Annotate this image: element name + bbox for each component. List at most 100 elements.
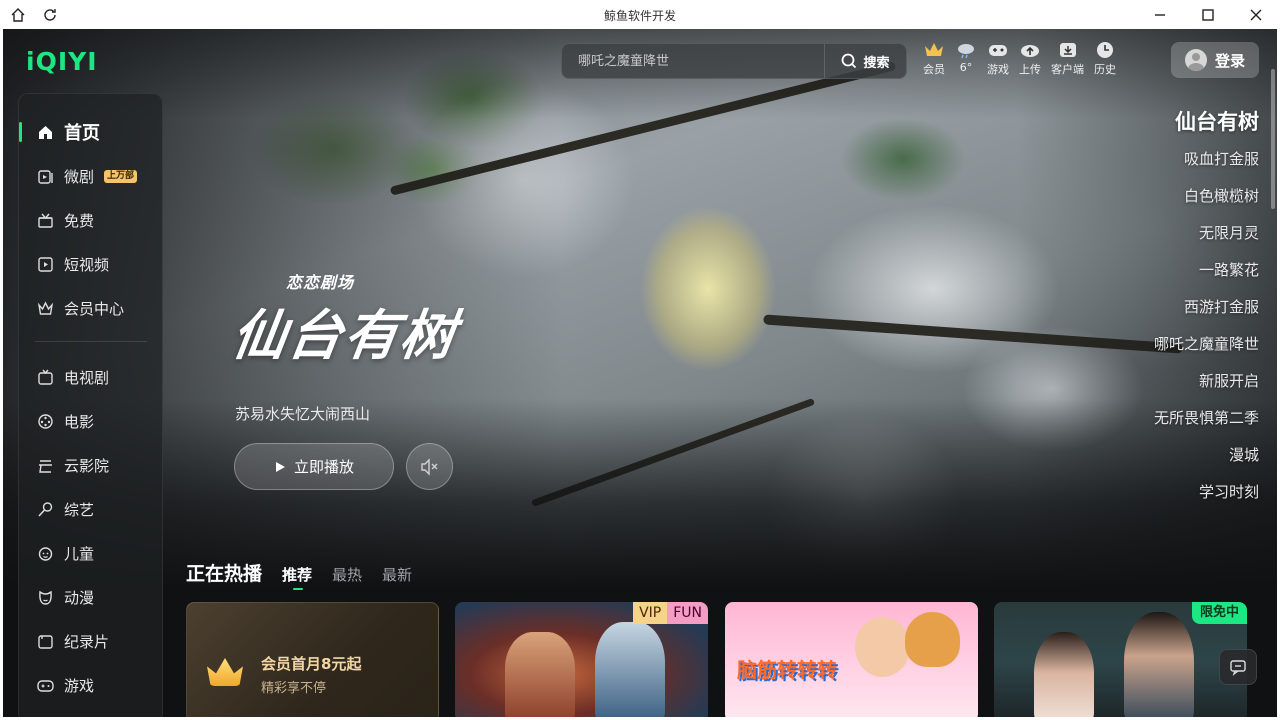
poster-figure xyxy=(1034,632,1094,717)
mute-icon xyxy=(420,457,437,476)
tab-newest[interactable]: 最新 xyxy=(382,564,412,585)
promo-subtitle: 精彩享不停 xyxy=(261,681,327,696)
login-button[interactable]: 登录 xyxy=(1171,42,1259,78)
sidebar-item-variety[interactable]: 综艺 xyxy=(19,491,164,527)
sidebar-item-free[interactable]: 免费 xyxy=(19,202,164,238)
sidebar-item-tv-series[interactable]: 电视剧 xyxy=(19,359,164,395)
home-icon xyxy=(37,124,54,141)
upload-icon xyxy=(1021,45,1039,57)
sidebar-item-games[interactable]: 游戏 xyxy=(19,667,164,703)
poster-figure xyxy=(595,622,665,717)
gamepad-icon xyxy=(989,45,1007,56)
micro-drama-icon xyxy=(37,168,54,185)
hero-list-item[interactable]: 吸血打金服 xyxy=(1154,141,1259,178)
hero-list-item[interactable]: 哪吒之魔童降世 xyxy=(1154,326,1259,363)
upload-button[interactable]: 上传 xyxy=(1019,41,1041,77)
hero-show-list: 仙台有树 吸血打金服 白色橄榄树 无限月灵 一路繁花 西游打金服 哪吒之魔童降世… xyxy=(1154,104,1259,511)
sidebar-item-label: 儿童 xyxy=(64,544,95,563)
games-button[interactable]: 游戏 xyxy=(987,41,1009,77)
sidebar-item-cloud-cinema[interactable]: 云影院 xyxy=(19,447,164,483)
download-icon xyxy=(1059,43,1076,57)
sidebar-item-label: 首页 xyxy=(64,123,100,144)
vip-label: 会员 xyxy=(923,63,945,76)
close-button[interactable] xyxy=(1232,0,1280,29)
fun-tag-text: FUN xyxy=(667,602,708,624)
app-window: iQIYI 搜索 会员 6° 游戏 上传 客户端 xyxy=(3,29,1277,717)
search-input[interactable] xyxy=(562,44,824,78)
play-now-button[interactable]: 立即播放 xyxy=(234,443,394,490)
client-label: 客户端 xyxy=(1051,63,1084,76)
vip-button[interactable]: 会员 xyxy=(923,41,945,77)
hot-section-header: 正在热播 推荐 最热 最新 xyxy=(186,559,412,590)
drama-brand-logo: 恋恋剧场 xyxy=(286,273,355,292)
client-download-button[interactable]: 客户端 xyxy=(1051,41,1084,77)
poster-figure xyxy=(905,612,960,667)
film-reel-icon xyxy=(37,413,54,430)
play-icon xyxy=(275,461,285,472)
sidebar-item-home[interactable]: 首页 xyxy=(19,114,164,150)
hero-list-item[interactable]: 漫城 xyxy=(1154,437,1259,474)
avatar xyxy=(1184,49,1207,71)
minimize-button[interactable] xyxy=(1136,0,1184,29)
iqiyi-logo[interactable]: iQIYI xyxy=(26,47,98,76)
sidebar-item-label: 游戏 xyxy=(64,676,95,695)
history-button[interactable]: 历史 xyxy=(1094,41,1116,77)
maximize-button[interactable] xyxy=(1184,0,1232,29)
sidebar-item-label: 云影院 xyxy=(64,456,110,475)
weather-label: 6° xyxy=(959,61,973,74)
vip-badge: VIP FUN xyxy=(633,602,708,624)
sidebar-item-short-video[interactable]: 短视频 xyxy=(19,246,164,282)
sidebar-item-label: 电视剧 xyxy=(64,368,110,387)
sidebar-item-vip-center[interactable]: 会员中心 xyxy=(19,290,164,326)
hero-list-item[interactable]: 无所畏惧第二季 xyxy=(1154,400,1259,437)
top-toolbar: 会员 6° 游戏 上传 客户端 历史 xyxy=(923,41,1126,77)
weather-icon xyxy=(958,44,974,59)
window-title-bar: 鲸鱼软件开发 xyxy=(0,0,1280,29)
tab-hottest[interactable]: 最热 xyxy=(332,564,362,585)
crown-icon xyxy=(207,658,243,686)
anime-icon xyxy=(37,589,54,606)
hero-list-item[interactable]: 仙台有树 xyxy=(1154,104,1259,141)
sidebar-divider xyxy=(35,341,147,342)
free-badge: 限免中 xyxy=(1191,602,1247,624)
mute-button[interactable] xyxy=(406,443,453,490)
weather-button[interactable]: 6° xyxy=(955,41,977,77)
sidebar-item-kids[interactable]: 儿童 xyxy=(19,535,164,571)
vip-promo-card[interactable]: 会员首月8元起 精彩享不停 xyxy=(186,602,439,717)
upload-label: 上传 xyxy=(1019,63,1041,76)
poster-title-art: 脑筋转转转 xyxy=(737,658,837,682)
hero-list-item[interactable]: 学习时刻 xyxy=(1154,474,1259,511)
sidebar-item-label: 综艺 xyxy=(64,500,95,519)
chat-icon xyxy=(1230,660,1246,676)
hero-list-item[interactable]: 西游打金服 xyxy=(1154,289,1259,326)
sidebar-item-anime[interactable]: 动漫 xyxy=(19,579,164,615)
vip-crown-icon xyxy=(37,300,54,317)
hero-list-item[interactable]: 无限月灵 xyxy=(1154,215,1259,252)
video-card[interactable]: 脑筋转转转 xyxy=(725,602,978,717)
hero-list-item[interactable]: 白色橄榄树 xyxy=(1154,178,1259,215)
search-button-label: 搜索 xyxy=(863,55,890,71)
video-card[interactable]: 限免中 xyxy=(994,602,1247,717)
login-label: 登录 xyxy=(1214,51,1245,70)
sidebar-item-label: 纪录片 xyxy=(64,632,110,651)
video-card[interactable]: VIP FUN xyxy=(455,602,708,717)
sidebar-item-label: 会员中心 xyxy=(64,299,125,318)
hero-banner[interactable] xyxy=(3,29,1277,589)
feedback-button[interactable] xyxy=(1219,649,1257,685)
sidebar-item-micro-drama[interactable]: 微剧 上万部 xyxy=(19,158,164,194)
hero-title[interactable]: 仙台有树 xyxy=(227,291,462,370)
sidebar-item-documentary[interactable]: 纪录片 xyxy=(19,623,164,659)
clock-icon xyxy=(1097,42,1113,58)
sidebar-item-label: 微剧 xyxy=(64,167,95,186)
hero-list-item[interactable]: 新服开启 xyxy=(1154,363,1259,400)
gift-icon xyxy=(37,212,54,229)
search-button[interactable]: 搜索 xyxy=(824,44,906,78)
sidebar-item-movie[interactable]: 电影 xyxy=(19,403,164,439)
search-bar: 搜索 xyxy=(561,43,907,79)
tab-recommend[interactable]: 推荐 xyxy=(282,564,312,590)
short-video-icon xyxy=(37,256,54,273)
sidebar-item-label: 电影 xyxy=(64,412,95,431)
cloud-cinema-icon xyxy=(37,457,54,474)
scrollbar[interactable] xyxy=(1271,69,1275,209)
hero-list-item[interactable]: 一路繁花 xyxy=(1154,252,1259,289)
